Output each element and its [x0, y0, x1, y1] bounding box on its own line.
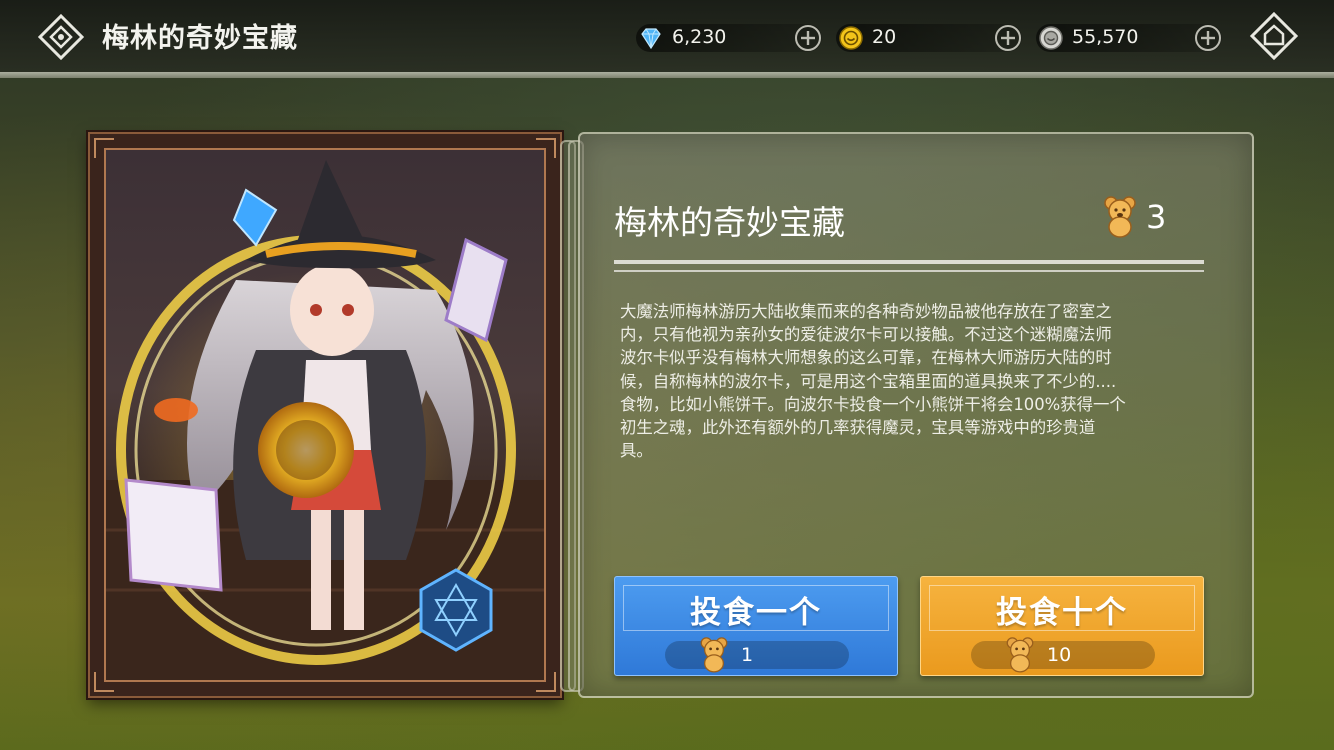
feed-ten-button[interactable]: 投食十个 10 — [920, 576, 1204, 676]
feed-one-label: 投食一个 — [690, 595, 822, 631]
diamond-value: 6,230 — [672, 26, 727, 48]
medal-value: 20 — [872, 26, 897, 48]
card-art-area — [104, 148, 546, 682]
feed-one-button[interactable]: 投食一个 1 — [614, 576, 898, 676]
diamond-icon — [641, 28, 661, 50]
bear-biscuit-icon — [700, 637, 728, 673]
info-panel: 梅林的奇妙宝藏 3 大魔法师梅林游历大陆收集而来的各种奇妙物品被他存放在了密室之… — [578, 132, 1254, 698]
silver-coin-resource: 55,570 — [1036, 24, 1222, 52]
diamond-resource: 6,230 — [636, 24, 822, 52]
biscuit-count-value: 3 — [1146, 198, 1167, 236]
top-bar: 梅林的奇妙宝藏 6,230 20 55,570 — [0, 0, 1334, 72]
title-divider — [614, 270, 1204, 272]
add-silver-coin-button[interactable] — [1194, 24, 1222, 52]
feed-one-cost: 1 — [665, 637, 849, 673]
page-title: 梅林的奇妙宝藏 — [102, 23, 298, 54]
medal-resource: 20 — [836, 24, 1022, 52]
top-bar-divider — [0, 72, 1334, 78]
add-medal-button[interactable] — [994, 24, 1022, 52]
feed-one-cost-value: 1 — [741, 644, 754, 666]
title-divider — [614, 260, 1204, 264]
silver-coin-value: 55,570 — [1072, 26, 1139, 48]
character-card — [88, 132, 562, 698]
bear-biscuit-icon — [1104, 196, 1136, 238]
feed-ten-cost-value: 10 — [1047, 644, 1072, 666]
description-text: 大魔法师梅林游历大陆收集而来的各种奇妙物品被他存放在了密室之 内，只有他视为亲孙… — [620, 302, 1126, 461]
smile-coin-icon — [839, 26, 863, 50]
diamond-back-icon[interactable] — [38, 14, 84, 60]
feed-ten-cost: 10 — [971, 637, 1155, 673]
silver-coin-icon — [1039, 26, 1063, 50]
add-diamond-button[interactable] — [794, 24, 822, 52]
home-icon[interactable] — [1250, 12, 1298, 60]
witch-character-illustration — [106, 160, 544, 680]
bear-biscuit-icon — [1006, 637, 1034, 673]
panel-title: 梅林的奇妙宝藏 — [614, 203, 845, 242]
feed-ten-label: 投食十个 — [996, 595, 1128, 631]
